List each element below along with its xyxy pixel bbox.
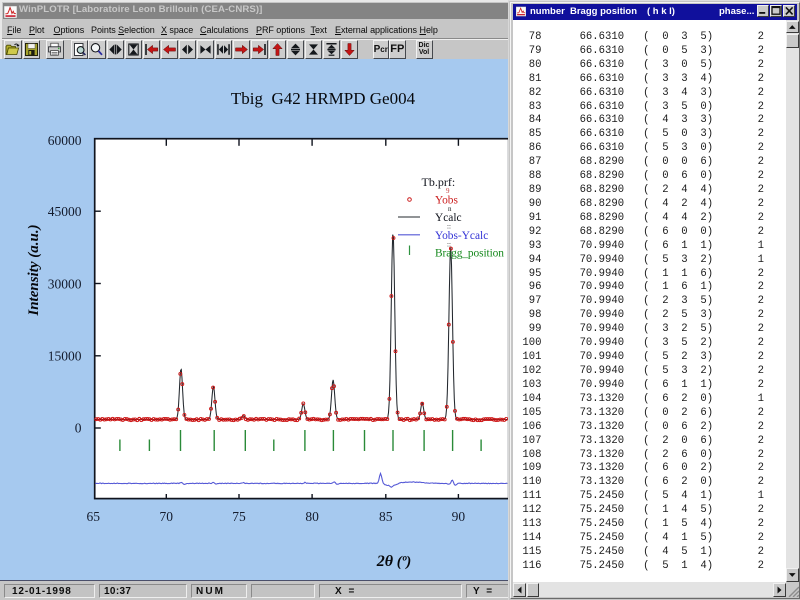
svg-text:Yobs: Yobs — [435, 195, 458, 207]
svg-text:Intensity (a.u.): Intensity (a.u.) — [26, 224, 42, 316]
svg-text:80: 80 — [305, 509, 319, 524]
svg-text:75: 75 — [232, 509, 246, 524]
svg-text:85: 85 — [379, 509, 393, 524]
svg-text:45000: 45000 — [48, 204, 82, 219]
svg-text:Tb.prf:: Tb.prf: — [422, 175, 456, 189]
svg-text:90: 90 — [452, 509, 466, 524]
svg-text:60000: 60000 — [48, 133, 82, 148]
svg-text:70: 70 — [160, 509, 174, 524]
svg-text:65: 65 — [87, 509, 101, 524]
svg-text:15000: 15000 — [48, 348, 82, 363]
svg-text:30000: 30000 — [48, 276, 82, 291]
svg-text:0: 0 — [75, 421, 82, 436]
svg-text:Tbig G42 HRMPD Ge004: Tbig G42 HRMPD Ge004 — [231, 89, 416, 108]
svg-text:Yobs-Ycalc: Yobs-Ycalc — [435, 230, 488, 242]
svg-text:Bragg_position: Bragg_position — [435, 248, 504, 260]
svg-text:2θ (º): 2θ (º) — [376, 553, 412, 570]
